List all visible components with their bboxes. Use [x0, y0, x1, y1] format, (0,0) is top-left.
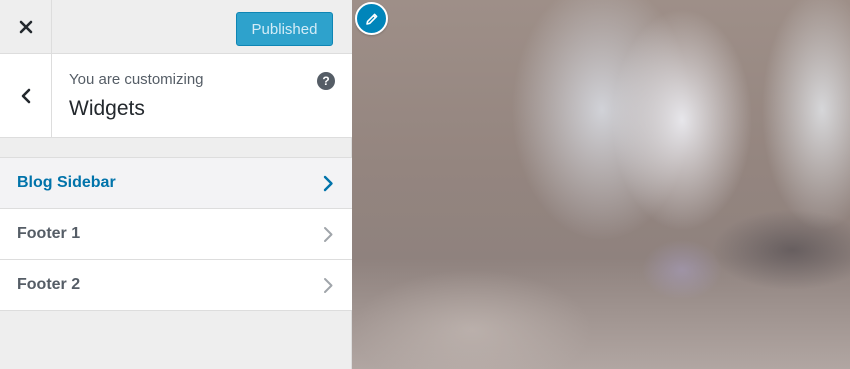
widget-area-label: Footer 1	[17, 225, 81, 242]
edit-shortcut-button[interactable]	[355, 2, 388, 35]
back-button[interactable]	[0, 54, 52, 138]
widget-area-label: Footer 2	[17, 276, 81, 293]
section-header: You are customizing Widgets ?	[0, 54, 352, 138]
close-icon	[19, 20, 32, 33]
widget-area-footer-1[interactable]: Footer 1	[0, 209, 352, 260]
close-button[interactable]	[0, 0, 52, 53]
customizer-panel: Published You are customizing Widgets ? …	[0, 0, 352, 369]
chevron-right-icon	[324, 278, 333, 293]
widget-area-blog-sidebar[interactable]: Blog Sidebar	[0, 158, 352, 209]
publish-button[interactable]: Published	[236, 12, 333, 46]
widget-area-label: Blog Sidebar	[17, 174, 116, 191]
pencil-icon	[365, 13, 377, 25]
widget-area-list: Blog Sidebar Footer 1 Footer 2	[0, 157, 352, 311]
section-title: Widgets	[69, 97, 145, 120]
help-icon[interactable]: ?	[317, 72, 335, 90]
widget-area-footer-2[interactable]: Footer 2	[0, 260, 352, 311]
site-preview[interactable]	[352, 0, 850, 369]
customizer-header: Published	[0, 0, 352, 54]
chevron-left-icon	[21, 88, 30, 104]
chevron-right-icon	[324, 227, 333, 242]
chevron-right-icon	[323, 175, 333, 192]
customizing-label: You are customizing	[69, 71, 204, 88]
